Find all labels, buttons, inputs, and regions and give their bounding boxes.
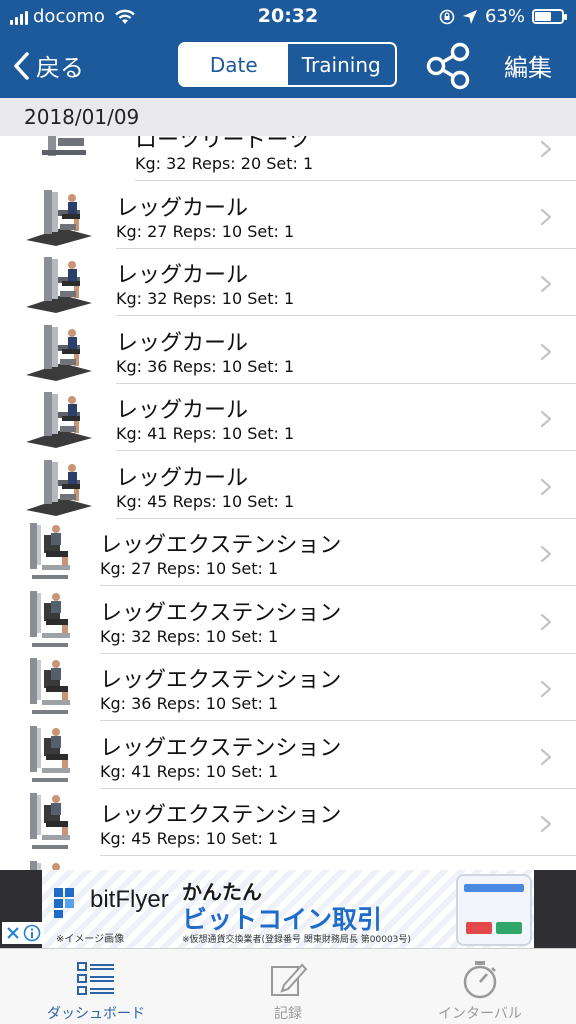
workout-row[interactable]: レッグカール Kg: 45 Reps: 10 Set: 1 — [0, 452, 576, 519]
segment-date[interactable]: Date — [180, 44, 288, 85]
chevron-right-icon — [540, 613, 552, 630]
workout-row[interactable]: レッグエクステンション Kg: 36 Reps: 10 Set: 1 — [0, 654, 576, 721]
status-bar: docomo 20:32 63% — [0, 0, 576, 32]
machine-thumbnail — [22, 589, 78, 655]
back-button[interactable]: 戻る — [12, 48, 84, 83]
workout-row[interactable]: ローツリードーツ Kg: 32 Reps: 20 Set: 1 — [0, 136, 576, 181]
machine-thumbnail — [22, 454, 94, 520]
edit-button[interactable]: 編集 — [504, 48, 552, 83]
tab-record-label: 記録 — [274, 1006, 302, 1022]
exercise-detail: Kg: 45 Reps: 10 Set: 1 — [116, 491, 295, 511]
section-header-date: 2018/01/09 — [0, 98, 576, 136]
orientation-lock-icon — [439, 9, 455, 24]
stopwatch-icon — [463, 961, 497, 999]
exercise-title: レッグエクステンション — [100, 668, 342, 693]
app-screen: docomo 20:32 63% 戻る Date Training 編集 201… — [0, 0, 576, 1024]
battery-percent: 63% — [484, 6, 525, 27]
workout-row[interactable]: レッグエクステンション Kg: 27 Reps: 10 Set: 1 — [0, 519, 576, 586]
workout-row[interactable]: レッグエクステンション Kg: 32 Reps: 10 Set: 1 — [0, 587, 576, 654]
exercise-detail: Kg: 36 Reps: 10 Set: 1 — [116, 356, 295, 376]
adchoices-icon — [23, 924, 41, 942]
machine-thumbnail — [22, 386, 94, 452]
machine-thumbnail — [22, 319, 94, 385]
chevron-right-icon — [540, 140, 552, 158]
exercise-title: レッグカール — [116, 263, 249, 288]
exercise-title: レッグエクステンション — [100, 803, 342, 828]
exercise-detail: Kg: 36 Reps: 10 Set: 1 — [100, 694, 279, 713]
exercise-title: ローツリードーツ — [135, 136, 311, 153]
location-arrow-icon — [462, 9, 477, 24]
machine-thumbnail — [22, 251, 94, 317]
chevron-right-icon — [540, 275, 552, 293]
workout-row[interactable]: レッグカール Kg: 41 Reps: 10 Set: 1 — [0, 384, 576, 451]
workout-row[interactable]: レッグエクステンション Kg: 41 Reps: 10 Set: 1 — [0, 722, 576, 789]
workout-row[interactable]: レッグカール Kg: 32 Reps: 10 Set: 1 — [0, 249, 576, 316]
chevron-right-icon — [540, 478, 552, 495]
exercise-detail: Kg: 32 Reps: 20 Set: 1 — [135, 154, 314, 173]
tab-interval-label: インターバル — [438, 1006, 522, 1022]
machine-thumbnail — [22, 184, 94, 250]
machine-thumbnail — [22, 724, 78, 790]
workout-row[interactable]: レッグカール Kg: 36 Reps: 10 Set: 1 — [0, 317, 576, 384]
exercise-title: レッグカール — [116, 195, 249, 221]
workout-row[interactable]: レッグカール Kg: 27 Reps: 10 Set: 1 — [0, 182, 576, 249]
status-right: 63% — [439, 6, 567, 27]
machine-thumbnail — [22, 791, 78, 857]
machine-thumbnail — [22, 656, 78, 722]
exercise-detail: Kg: 41 Reps: 10 Set: 1 — [116, 424, 295, 443]
header: docomo 20:32 63% 戻る Date Training 編集 — [0, 0, 576, 98]
close-icon — [7, 927, 19, 939]
exercise-title: レッグエクステンション — [100, 533, 342, 558]
ad-note-right: ※仮想通貨交換業者(登録番号 関東財務局長 第00003号) — [182, 935, 411, 945]
dashboard-icon — [77, 962, 114, 995]
nav-bar: 戻る Date Training 編集 — [0, 34, 576, 94]
machine-thumbnail — [38, 136, 94, 182]
exercise-detail: Kg: 41 Reps: 10 Set: 1 — [100, 761, 279, 781]
adchoices-button[interactable] — [2, 922, 44, 944]
chevron-right-icon — [540, 208, 552, 225]
bitflyer-logo-icon — [54, 888, 74, 918]
chevron-left-icon — [14, 51, 29, 80]
exercise-title: レッグカール — [116, 330, 249, 356]
ad-tagline: ビットコイン取引 — [182, 905, 383, 934]
machine-thumbnail — [22, 859, 78, 870]
exercise-title: レッグカール — [116, 465, 249, 491]
tab-dashboard-label: ダッシュボード — [47, 1006, 145, 1022]
exercise-title: レッグエクステンション — [100, 600, 342, 626]
chevron-right-icon — [540, 748, 552, 765]
exercise-title: レッグエクステンション — [100, 735, 342, 761]
workout-row[interactable]: レッグプレス — [0, 857, 576, 870]
ad-creative[interactable]: bitFlyer かんたん ビットコイン取引 ※イメージ画像 ※仮想通貨交換業者… — [42, 870, 534, 948]
machine-thumbnail — [22, 521, 78, 587]
exercise-title: レッグカール — [116, 398, 249, 423]
chevron-right-icon — [540, 410, 552, 428]
chevron-right-icon — [540, 815, 552, 833]
chevron-right-icon — [540, 343, 552, 360]
ad-banner[interactable]: bitFlyer かんたん ビットコイン取引 ※イメージ画像 ※仮想通貨交換業者… — [0, 870, 576, 948]
back-label: 戻る — [36, 54, 84, 82]
segment-training[interactable]: Training — [288, 44, 396, 85]
tab-dashboard[interactable]: ダッシュボード — [0, 949, 192, 1024]
share-icon[interactable] — [424, 40, 472, 90]
chevron-right-icon — [540, 545, 552, 563]
ad-note-left: ※イメージ画像 — [56, 934, 125, 945]
edit-icon — [271, 963, 308, 996]
battery-fill — [535, 12, 551, 21]
battery-icon — [532, 9, 567, 24]
chevron-right-icon — [540, 680, 552, 698]
tab-record[interactable]: 記録 — [192, 949, 384, 1024]
exercise-detail: Kg: 27 Reps: 10 Set: 1 — [100, 559, 279, 578]
section-date: 2018/01/09 — [24, 105, 140, 129]
exercise-detail: Kg: 32 Reps: 10 Set: 1 — [116, 289, 295, 308]
tab-bar: ダッシュボード 記録 インターバル — [0, 948, 576, 1024]
workout-list: ローツリードーツ Kg: 32 Reps: 20 Set: 1 レッグカール Kg:… — [0, 136, 576, 870]
view-segmented-control: Date Training — [178, 42, 397, 87]
tab-interval[interactable]: インターバル — [384, 949, 576, 1024]
ad-brand: bitFlyer — [90, 886, 169, 913]
exercise-detail: Kg: 45 Reps: 10 Set: 1 — [100, 829, 279, 848]
exercise-detail: Kg: 32 Reps: 10 Set: 1 — [100, 626, 279, 646]
exercise-detail: Kg: 27 Reps: 10 Set: 1 — [116, 221, 295, 241]
workout-row[interactable]: レッグエクステンション Kg: 45 Reps: 10 Set: 1 — [0, 789, 576, 856]
ad-phone-image — [456, 874, 532, 946]
